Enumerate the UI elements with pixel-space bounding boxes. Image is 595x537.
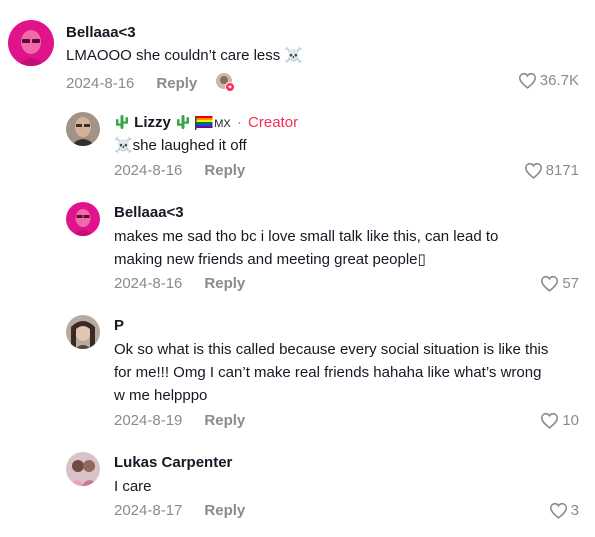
comment-username[interactable]: P	[114, 317, 124, 334]
reply-button[interactable]: Reply	[204, 162, 245, 179]
comment-text-line: for me!!! Omg I can’t make real friends …	[114, 364, 542, 381]
comment-meta: 2024-8-17 Reply	[114, 502, 245, 519]
like-button[interactable]: 10	[540, 412, 579, 429]
comment-date: 2024-8-16	[114, 162, 183, 179]
comment-text: Ok so what is this called because every …	[114, 338, 589, 407]
creator-badge: Creator	[248, 114, 299, 131]
comment-date: 2024-8-16	[66, 75, 135, 92]
cactus-icon	[175, 114, 191, 134]
comment-username[interactable]: Bellaaa<3	[66, 24, 136, 41]
avatar[interactable]	[8, 20, 54, 66]
like-count: 10	[562, 412, 579, 429]
comment-meta: 2024-8-19 Reply	[114, 412, 245, 429]
separator: ·	[236, 114, 242, 131]
avatar[interactable]	[66, 315, 100, 349]
like-button[interactable]: 8171	[524, 162, 579, 179]
heart-icon	[549, 502, 567, 519]
comment-meta: 2024-8-16 Reply	[114, 162, 245, 179]
comment-text: I care	[114, 478, 152, 495]
avatar[interactable]	[66, 452, 100, 486]
comment-text-line: Ok so what is this called because every …	[114, 341, 549, 358]
reply-button[interactable]: Reply	[204, 275, 245, 292]
heart-icon	[518, 72, 536, 89]
like-count: 36.7K	[539, 72, 579, 89]
comment-text-line: w me helpppo	[114, 387, 208, 404]
comment-meta: 2024-8-16 Reply	[114, 275, 245, 292]
comment-username[interactable]: Bellaaa<3	[114, 204, 184, 221]
reply-button[interactable]: Reply	[204, 412, 245, 429]
comment-text-line: making new friends and meeting great peo…	[114, 251, 426, 268]
comment-text: LMAOOO she couldn’t care less ☠️	[66, 47, 304, 64]
comment-date: 2024-8-17	[114, 502, 183, 519]
like-count: 57	[562, 275, 579, 292]
comment-date: 2024-8-16	[114, 275, 183, 292]
heart-icon	[541, 412, 559, 429]
comment-meta: 2024-8-16 Reply	[66, 72, 236, 92]
comment-username[interactable]: Lukas Carpenter	[114, 454, 232, 471]
reply-button[interactable]: Reply	[204, 502, 245, 519]
like-button[interactable]: 57	[540, 275, 579, 292]
avatar[interactable]	[66, 202, 100, 236]
comment-text: ☠️she laughed it off	[114, 137, 247, 154]
like-count: 8171	[545, 162, 579, 179]
like-button[interactable]: 3	[549, 502, 579, 519]
avatar[interactable]	[66, 112, 100, 146]
rainbow-flag-icon	[195, 116, 213, 134]
comment-text: makes me sad tho bc i love small talk li…	[114, 225, 584, 271]
creator-liked-avatar	[215, 72, 236, 92]
like-count: 3	[570, 502, 579, 519]
heart-icon	[524, 162, 542, 179]
like-button[interactable]: 36.7K	[518, 72, 579, 89]
comment-date: 2024-8-19	[114, 412, 183, 429]
creator-username: Lizzy	[134, 114, 171, 131]
comment-text-line: makes me sad tho bc i love small talk li…	[114, 228, 499, 245]
comment-username[interactable]: Lizzy MX · Creator	[114, 114, 298, 134]
reply-button[interactable]: Reply	[156, 75, 197, 92]
flag-tag: MX	[214, 118, 231, 130]
cactus-icon	[114, 114, 130, 134]
heart-icon	[541, 275, 559, 292]
